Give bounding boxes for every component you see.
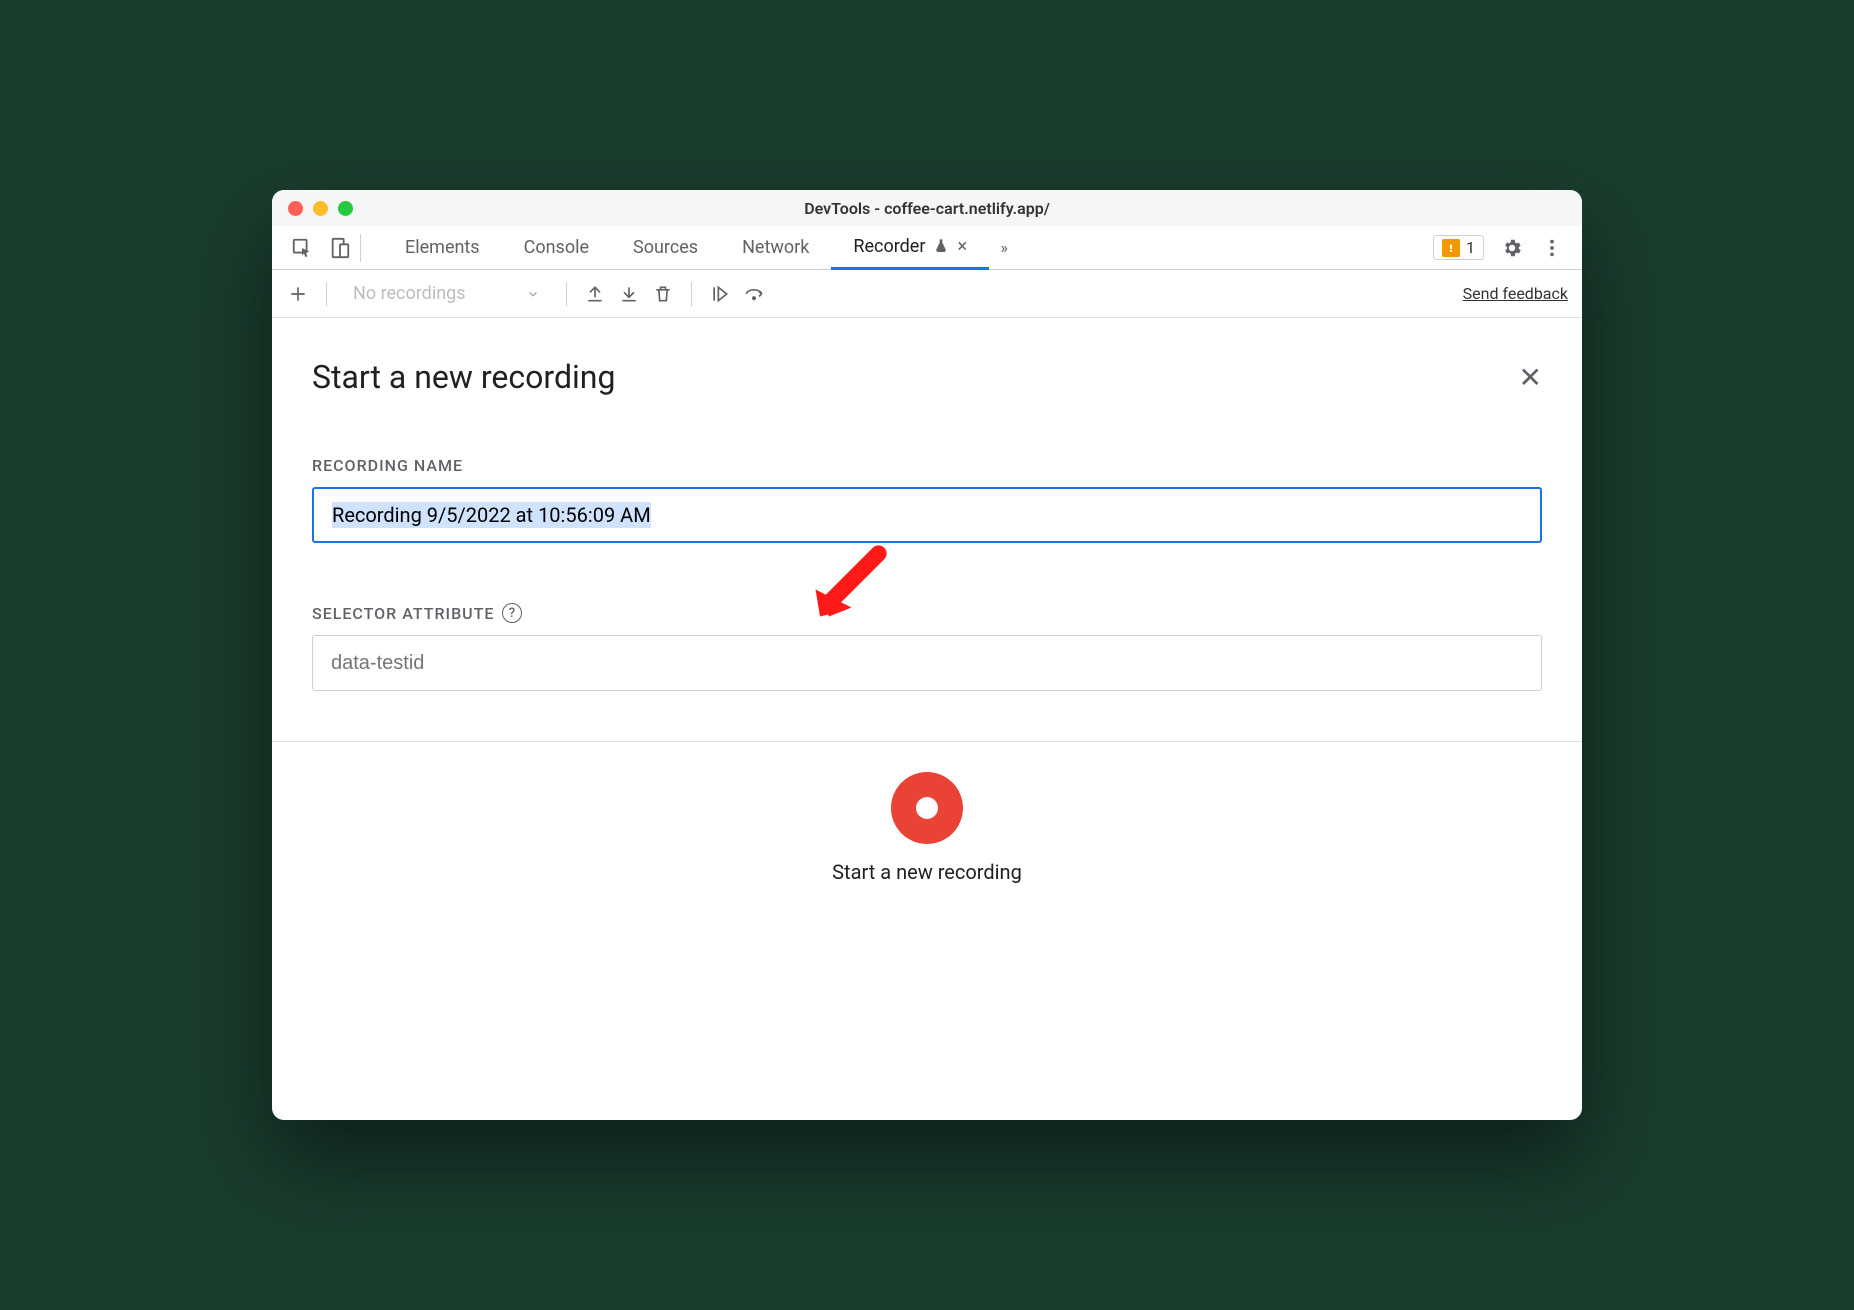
issues-count: 1: [1466, 238, 1475, 257]
start-recording-label: Start a new recording: [832, 860, 1022, 884]
window-title: DevTools - coffee-cart.netlify.app/: [804, 199, 1050, 218]
step-over-icon[interactable]: [742, 282, 766, 306]
tab-console[interactable]: Console: [502, 226, 611, 270]
close-window-icon[interactable]: [288, 201, 303, 216]
zoom-window-icon[interactable]: [338, 201, 353, 216]
recorder-toolbar: No recordings Send feedbac: [272, 270, 1582, 318]
tabs-right: 1: [1433, 235, 1572, 260]
settings-icon[interactable]: [1500, 236, 1524, 260]
issues-badge[interactable]: 1: [1433, 235, 1484, 260]
minimize-window-icon[interactable]: [313, 201, 328, 216]
tab-sources[interactable]: Sources: [611, 226, 720, 270]
delete-icon[interactable]: [651, 282, 675, 306]
panel-tabs: Elements Console Sources Network Recorde…: [383, 226, 1019, 270]
divider: [566, 282, 567, 306]
inspect-tools: [282, 234, 361, 262]
selector-attribute-label: SELECTOR ATTRIBUTE ?: [312, 603, 1542, 623]
tab-recorder[interactable]: Recorder ×: [831, 226, 989, 270]
recordings-placeholder: No recordings: [353, 283, 466, 304]
chevron-down-icon: [526, 287, 540, 301]
import-icon[interactable]: [617, 282, 641, 306]
continue-icon[interactable]: [708, 282, 732, 306]
export-icon[interactable]: [583, 282, 607, 306]
tabs-overflow-icon[interactable]: »: [989, 238, 1019, 257]
recording-name-value: Recording 9/5/2022 at 10:56:09 AM: [332, 502, 651, 528]
add-recording-icon[interactable]: [286, 282, 310, 306]
tab-network[interactable]: Network: [720, 226, 831, 270]
dialog-footer: Start a new recording: [272, 741, 1582, 894]
start-recording-button[interactable]: [891, 772, 963, 844]
divider: [691, 282, 692, 306]
warning-icon: [1442, 239, 1460, 257]
help-icon[interactable]: ?: [502, 603, 522, 623]
recording-name-label: RECORDING NAME: [312, 456, 1542, 475]
divider: [326, 282, 327, 306]
recordings-dropdown[interactable]: No recordings: [343, 283, 550, 304]
record-icon: [916, 797, 938, 819]
tabs-row: Elements Console Sources Network Recorde…: [272, 226, 1582, 270]
flask-icon: [933, 238, 949, 254]
tab-elements[interactable]: Elements: [383, 226, 502, 270]
recording-name-input[interactable]: Recording 9/5/2022 at 10:56:09 AM: [312, 487, 1542, 543]
inspect-element-icon[interactable]: [290, 236, 314, 260]
devtools-window: DevTools - coffee-cart.netlify.app/ Elem…: [272, 190, 1582, 1120]
selector-attribute-input[interactable]: [312, 635, 1542, 691]
close-tab-icon[interactable]: ×: [957, 236, 967, 257]
more-icon[interactable]: [1540, 236, 1564, 260]
close-dialog-icon[interactable]: ✕: [1519, 361, 1542, 394]
dialog-title: Start a new recording: [312, 358, 615, 396]
device-toolbar-icon[interactable]: [328, 236, 352, 260]
traffic-lights: [288, 201, 353, 216]
send-feedback-link[interactable]: Send feedback: [1463, 284, 1568, 303]
recorder-content: Start a new recording ✕ RECORDING NAME R…: [272, 318, 1582, 1120]
titlebar: DevTools - coffee-cart.netlify.app/: [272, 190, 1582, 226]
